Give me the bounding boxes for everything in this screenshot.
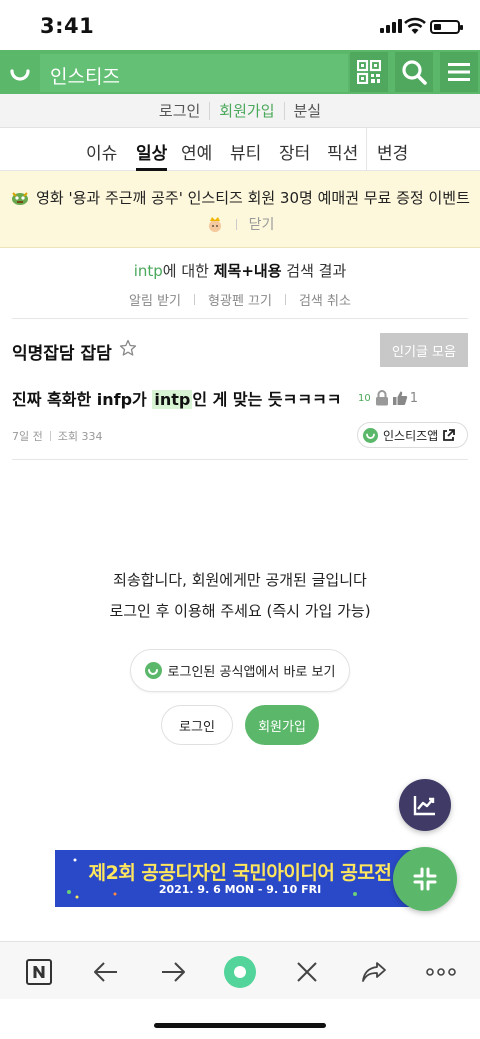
- search-button[interactable]: [395, 52, 433, 92]
- menu-button[interactable]: [440, 52, 478, 92]
- external-link-icon: [443, 428, 456, 441]
- green-dot-button[interactable]: [223, 955, 257, 989]
- separator: [49, 431, 51, 441]
- signup-link[interactable]: 회원가입: [210, 101, 285, 120]
- tab-daily[interactable]: 일상: [136, 139, 168, 171]
- separator: [194, 294, 196, 305]
- qr-code-icon: [357, 60, 381, 84]
- login-link[interactable]: 로그인: [150, 101, 211, 120]
- back-button[interactable]: [89, 955, 123, 989]
- login-button[interactable]: 로그인: [161, 705, 233, 745]
- post-title-highlight: intp: [152, 390, 193, 409]
- chart-line-icon: [413, 796, 435, 816]
- event-actions: 닫기: [0, 214, 480, 234]
- tab-fiction[interactable]: 픽션: [327, 139, 358, 164]
- separator: [235, 218, 237, 230]
- app-logo-icon: [363, 427, 378, 443]
- tab-entertainment[interactable]: 연예: [181, 139, 212, 164]
- naver-n-icon: [26, 959, 52, 985]
- tab-issue[interactable]: 이슈: [86, 139, 117, 164]
- share-icon: [362, 962, 386, 982]
- board-name[interactable]: 익명잡담 잡담: [12, 339, 112, 364]
- open-in-app-label: 인스티즈앱: [383, 428, 439, 443]
- browser-toolbar: [0, 941, 480, 999]
- cellular-signal-icon: [380, 19, 402, 33]
- search-scope: 제목+내용: [213, 262, 282, 280]
- event-close-link[interactable]: 닫기: [249, 214, 275, 234]
- site-header: 인스티즈: [0, 50, 480, 94]
- post-stats: 10 1: [358, 390, 418, 406]
- arrow-right-icon: [162, 962, 185, 982]
- princess-icon: [208, 217, 221, 232]
- event-text: 영화 '용과 주근깨 공주' 인스티즈 회원 30명 예매권 무료 증정 이벤트: [36, 189, 470, 207]
- home-indicator: [154, 1023, 326, 1028]
- auth-links: 로그인 회원가입 분실: [0, 94, 480, 128]
- post-views: 조회 334: [57, 430, 103, 443]
- tab-divider: [366, 128, 367, 171]
- open-official-app-button[interactable]: 로그인된 공식앱에서 바로 보기: [130, 649, 350, 692]
- login-prompt-message: 로그인 후 이용해 주세요 (즉시 가입 가능): [109, 602, 371, 620]
- search-result-heading: intp에 대한 제목+내용 검색 결과: [0, 260, 480, 281]
- smile-logo-icon: [10, 69, 30, 81]
- event-banner: 영화 '용과 주근깨 공주' 인스티즈 회원 30명 예매권 무료 증정 이벤트…: [0, 171, 480, 248]
- tab-change[interactable]: 변경: [377, 139, 408, 164]
- green-dot-icon: [224, 956, 256, 988]
- event-line[interactable]: 영화 '용과 주근깨 공주' 인스티즈 회원 30명 예매권 무료 증정 이벤트: [0, 187, 480, 208]
- signup-button[interactable]: 회원가입: [245, 705, 319, 745]
- hamburger-menu-icon: [448, 63, 470, 81]
- highlighter-toggle[interactable]: 형광펜 끄기: [208, 290, 272, 309]
- star-icon[interactable]: [119, 339, 137, 357]
- wifi-icon: [404, 17, 426, 34]
- search-options: 알림 받기 형광펜 끄기 검색 취소: [0, 290, 480, 309]
- divider: [12, 318, 468, 319]
- app-logo-icon: [144, 662, 162, 679]
- arrow-left-icon: [94, 962, 117, 982]
- search-heading-middle: 에 대한: [162, 262, 214, 280]
- more-options-button[interactable]: [424, 955, 458, 989]
- like-count: 1: [409, 390, 419, 406]
- cancel-search-link[interactable]: 검색 취소: [299, 290, 351, 309]
- close-icon: [297, 962, 317, 982]
- trending-chart-button[interactable]: [399, 779, 451, 831]
- site-name-search-box[interactable]: 인스티즈: [40, 54, 348, 92]
- category-tabs: 이슈 일상 연예 뷰티 장터 픽션 변경: [0, 128, 480, 171]
- status-bar: 3:41: [0, 0, 480, 50]
- popular-posts-button[interactable]: 인기글 모음: [380, 333, 468, 367]
- ad-date: 2021. 9. 6 MON - 9. 10 FRI: [158, 883, 322, 896]
- status-time: 3:41: [40, 14, 95, 38]
- naver-home-button[interactable]: [22, 955, 56, 989]
- post-title-before: 진짜 혹화한 infp가: [12, 390, 153, 409]
- comment-count: 10: [358, 392, 371, 404]
- lock-icon: [375, 390, 388, 406]
- more-dots-icon: [426, 968, 456, 976]
- battery-icon: [430, 20, 463, 34]
- board-header: 익명잡담 잡담 인기글 모음: [12, 333, 468, 367]
- post-title-after: 인 게 맞는 듯ㅋㅋㅋㅋ: [192, 390, 342, 409]
- notify-toggle[interactable]: 알림 받기: [129, 290, 181, 309]
- collapse-arrows-icon: [413, 867, 437, 891]
- search-keyword: intp: [133, 262, 163, 280]
- thumbs-up-icon: [392, 391, 407, 405]
- divider: [12, 459, 468, 460]
- tab-beauty[interactable]: 뷰티: [230, 139, 261, 164]
- post-age: 7일 전: [12, 430, 43, 443]
- tab-market[interactable]: 장터: [279, 139, 310, 164]
- search-heading-suffix: 검색 결과: [281, 262, 347, 280]
- close-tab-button[interactable]: [290, 955, 324, 989]
- post-info: 7일 전 조회 334: [12, 428, 102, 444]
- separator: [284, 294, 286, 305]
- dragon-icon: [12, 192, 29, 205]
- lost-account-link[interactable]: 분실: [285, 102, 331, 120]
- share-button[interactable]: [357, 955, 391, 989]
- open-official-app-label: 로그인된 공식앱에서 바로 보기: [167, 665, 336, 680]
- members-only-message: 죄송합니다, 회원에게만 공개된 글입니다: [113, 571, 367, 589]
- open-in-app-button[interactable]: 인스티즈앱: [357, 422, 468, 448]
- ad-banner[interactable]: 제2회 공공디자인 국민아이디어 공모전 2021. 9. 6 MON - 9.…: [55, 850, 425, 907]
- ad-title: 제2회 공공디자인 국민아이디어 공모전: [88, 862, 392, 884]
- qr-code-button[interactable]: [350, 52, 388, 92]
- collapse-button[interactable]: [393, 847, 457, 911]
- forward-button[interactable]: [156, 955, 190, 989]
- search-icon: [402, 60, 427, 85]
- site-logo-button[interactable]: [0, 50, 40, 94]
